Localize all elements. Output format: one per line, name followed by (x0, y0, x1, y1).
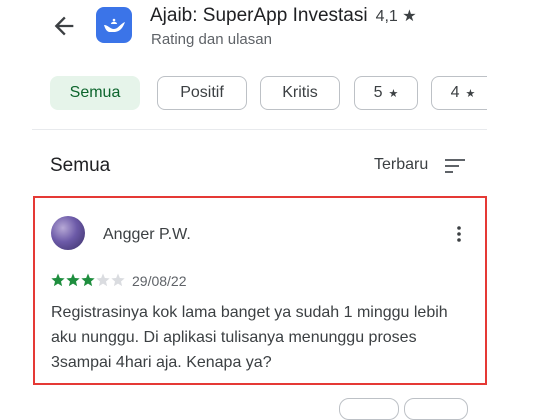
app-icon (96, 7, 132, 43)
chip-positif[interactable]: Positif (157, 76, 247, 110)
star-filled-icon (66, 273, 80, 287)
star-filled-icon (81, 273, 95, 287)
helpful-no-button[interactable] (404, 398, 468, 420)
chip-label: 5 (373, 84, 383, 101)
chip-label: Positif (180, 84, 224, 101)
back-arrow-icon[interactable] (50, 12, 78, 40)
right-blank-area (487, 0, 547, 408)
more-options-icon[interactable] (449, 224, 469, 244)
genie-lamp-icon (104, 18, 125, 32)
sort-icon[interactable] (443, 156, 467, 176)
star-empty-icon (111, 273, 125, 287)
chip-kritis[interactable]: Kritis (260, 76, 340, 110)
chip-label: 4 (450, 84, 460, 101)
chip-label: Semua (69, 84, 121, 101)
review-card: Angger P.W. 29/08/22 Registrasinya kok l… (33, 196, 487, 385)
chip-semua[interactable]: Semua (50, 76, 140, 110)
reviewer-name: Angger P.W. (103, 226, 191, 243)
review-date: 29/08/22 (132, 273, 187, 289)
helpful-yes-button[interactable] (339, 398, 399, 420)
chip-5-star[interactable]: 5 ★ (354, 76, 418, 110)
chip-4-star[interactable]: 4 ★ (431, 76, 487, 110)
avatar (51, 216, 85, 250)
chip-label: Kritis (282, 84, 318, 101)
star-filled-icon (51, 273, 65, 287)
filter-chip-row: Semua Positif Kritis 5 ★ 4 ★ (50, 76, 487, 112)
app-rating: 4,1 ★ (375, 8, 417, 25)
star-rating (51, 273, 125, 287)
sort-label[interactable]: Terbaru (374, 156, 428, 174)
review-text: Registrasinya kok lama banget ya sudah 1… (51, 304, 448, 371)
divider (32, 129, 487, 130)
section-title: Semua (50, 155, 111, 176)
app-name: Ajaib: SuperApp Investasi (150, 5, 368, 26)
star-icon: ★ (388, 87, 399, 100)
star-icon: ★ (465, 87, 476, 100)
page-subtitle: Rating dan ulasan (151, 31, 272, 48)
star-empty-icon (96, 273, 110, 287)
app-title: Ajaib: SuperApp Investasi 4,1 ★ (150, 5, 417, 27)
